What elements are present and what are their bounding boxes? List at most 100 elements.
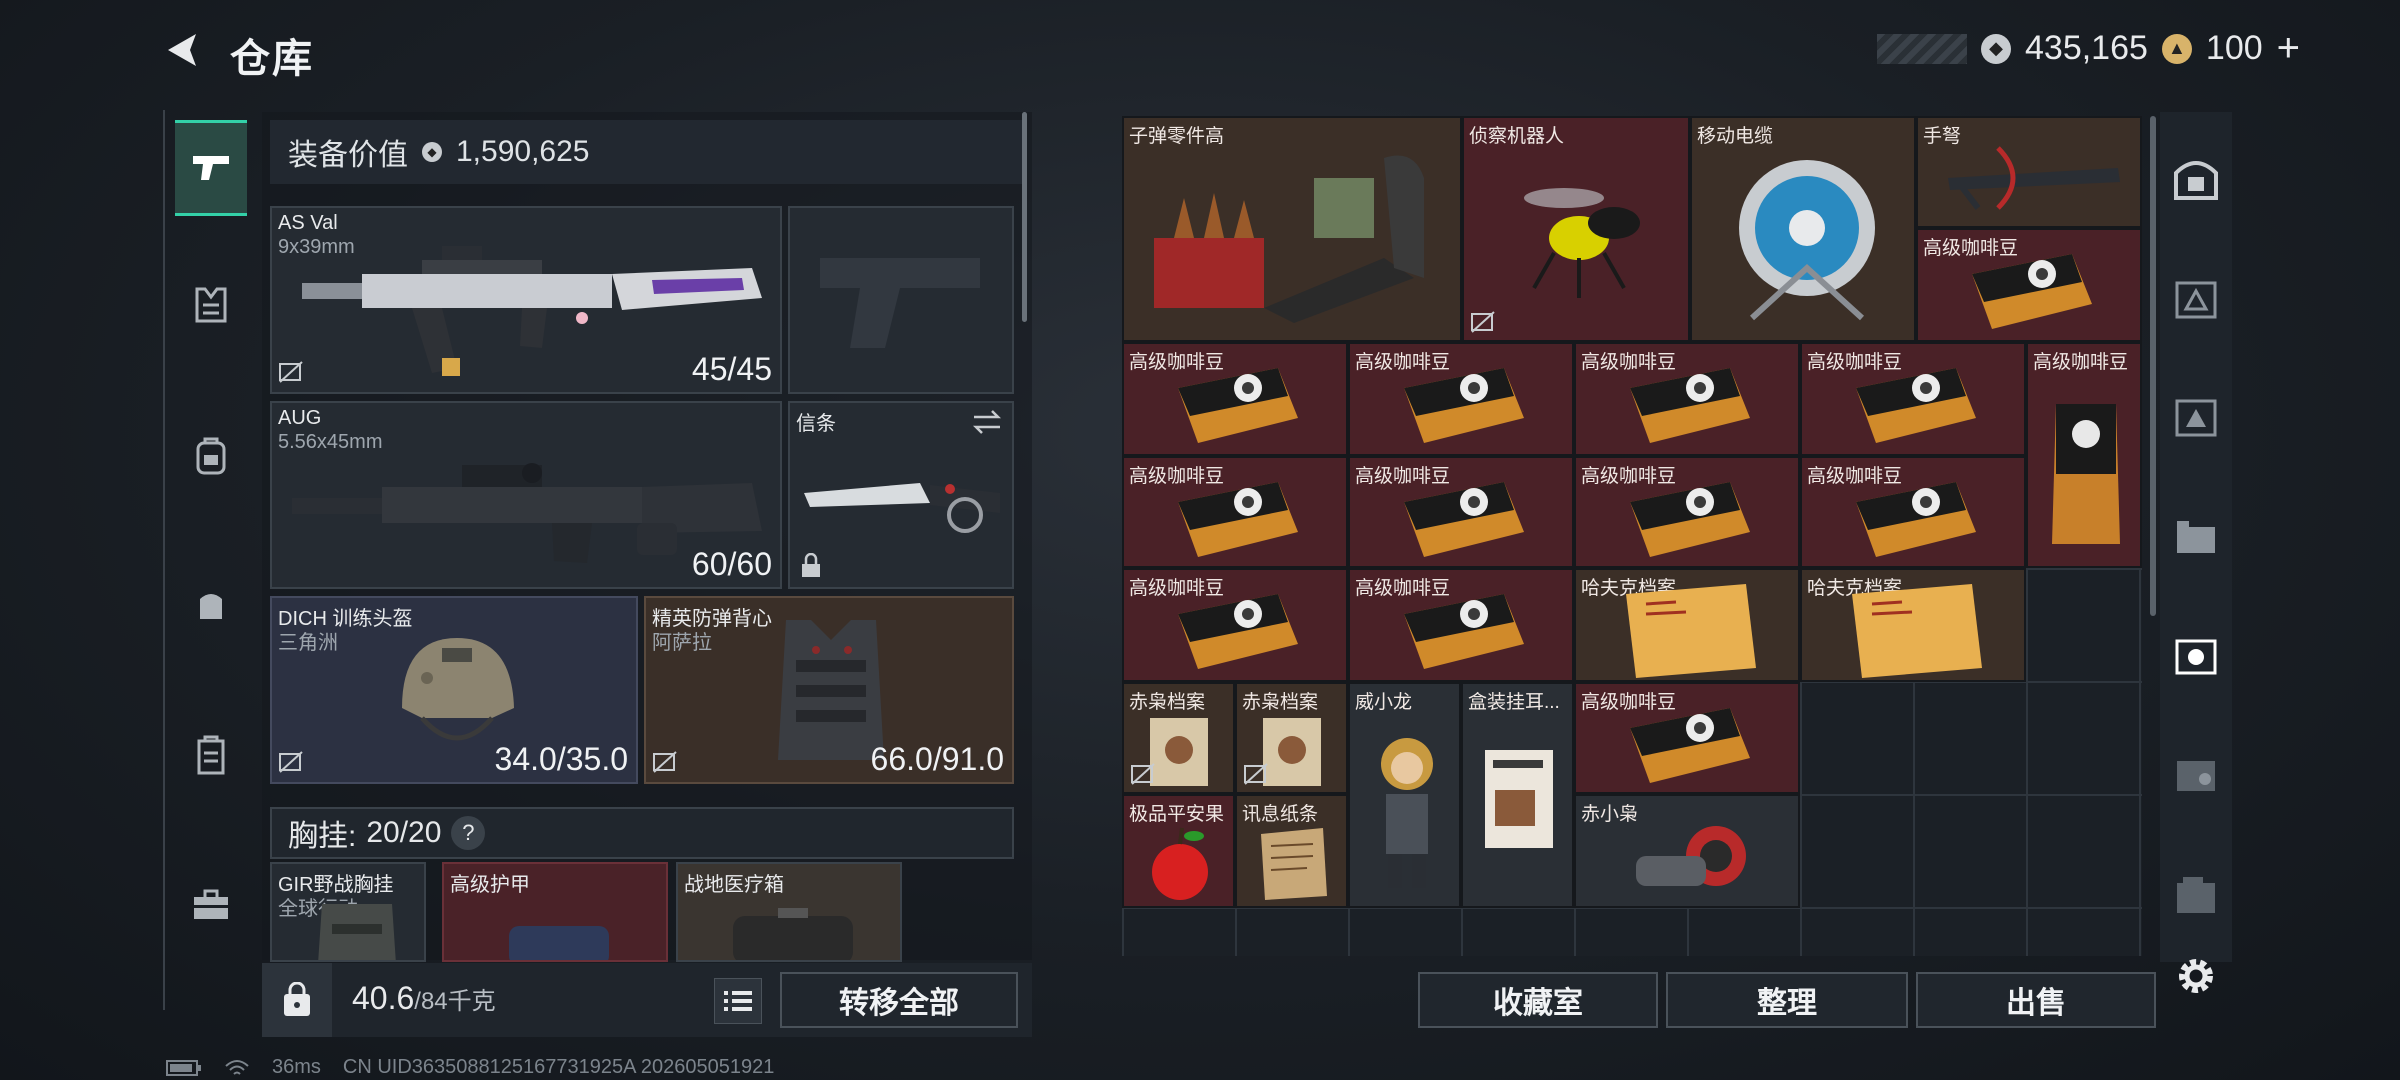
back-arrow-icon[interactable] bbox=[160, 28, 204, 72]
chest-rig-icon bbox=[195, 287, 227, 323]
category-backpack-tab[interactable] bbox=[175, 410, 247, 500]
storage-item[interactable]: 高级咖啡豆 bbox=[1800, 456, 2026, 568]
backpack-icon bbox=[196, 437, 226, 475]
storage-item[interactable]: 赤枭档案 bbox=[1122, 682, 1235, 794]
storage-item[interactable]: 高级咖啡豆 bbox=[1348, 456, 1574, 568]
storage-item[interactable]: 赤枭档案 bbox=[1235, 682, 1348, 794]
crossbow-image bbox=[1948, 146, 2120, 210]
primary-weapon-slot[interactable]: AS Val 9x39mm 45/45 bbox=[270, 206, 782, 394]
coffee-bag-image bbox=[1178, 482, 1298, 557]
coffee-bag-image bbox=[1404, 368, 1524, 443]
storage-grid[interactable]: 子弹零件高 侦察机器人 移动电缆 手弩 高级咖啡豆 高级咖啡豆 高级咖啡豆 高级… bbox=[1122, 116, 2142, 956]
storage-item[interactable]: 哈夫克档案 bbox=[1574, 568, 1800, 682]
pistol-icon bbox=[193, 156, 229, 180]
rig-item-name: 高级护甲 bbox=[450, 874, 530, 896]
backpack-lock-button[interactable] bbox=[262, 963, 332, 1037]
gear-icon[interactable] bbox=[2172, 952, 2220, 1000]
coffee-bag-image bbox=[1404, 594, 1524, 669]
gold-currency-value: 100 bbox=[2205, 29, 2263, 67]
tier-case-icon bbox=[2175, 399, 2217, 437]
chest-rig-slot[interactable]: GIR野战胸挂 全球行动 bbox=[270, 862, 426, 962]
item-label: 移动电缆 bbox=[1697, 126, 1774, 147]
storage-item[interactable]: 高级咖啡豆 bbox=[1122, 342, 1348, 456]
storage-item[interactable]: 威小龙 bbox=[1348, 682, 1461, 908]
storage-item[interactable]: 高级咖啡豆 bbox=[1348, 342, 1574, 456]
storage-item[interactable]: 盒装挂耳... bbox=[1461, 682, 1574, 908]
item-label: 侦察机器人 bbox=[1469, 126, 1565, 147]
collection-room-button[interactable]: 收藏室 bbox=[1418, 972, 1658, 1028]
storage-item[interactable]: 高级咖啡豆 bbox=[1122, 568, 1348, 682]
filter-tier-tab[interactable] bbox=[2170, 868, 2222, 920]
storage-item[interactable]: 高级咖啡豆 bbox=[1574, 682, 1800, 794]
category-rig-tab[interactable] bbox=[175, 260, 247, 350]
category-toolbox-tab[interactable] bbox=[175, 860, 247, 950]
storage-item[interactable]: 讯息纸条 bbox=[1235, 794, 1348, 908]
filter-tier-tab[interactable] bbox=[2170, 510, 2222, 562]
storage-item[interactable]: 高级咖啡豆 bbox=[1348, 568, 1574, 682]
weight-max: /84千克 bbox=[414, 988, 496, 1015]
no-insurance-icon bbox=[1131, 763, 1155, 785]
storage-item[interactable]: 侦察机器人 bbox=[1462, 116, 1690, 342]
coffee-bag-image bbox=[1178, 368, 1298, 443]
help-button[interactable]: ? bbox=[451, 816, 486, 850]
melee-slot[interactable]: 信条 bbox=[788, 401, 1014, 589]
filter-tier-tab[interactable] bbox=[2170, 272, 2222, 324]
storage-item[interactable]: 高级咖啡豆 bbox=[1800, 342, 2026, 456]
item-label: 赤枭档案 bbox=[1129, 692, 1206, 713]
ping-value: 36ms bbox=[272, 1056, 321, 1078]
owl-figurine-image bbox=[1636, 826, 1746, 886]
storage-item[interactable]: 高级咖啡豆 bbox=[1574, 342, 1800, 456]
melee-name: 信条 bbox=[796, 413, 836, 435]
decorative-stripe bbox=[1877, 33, 1967, 64]
category-pouch-tab[interactable] bbox=[175, 560, 247, 650]
armor-slot[interactable]: 精英防弹背心 阿萨拉 66.0/91.0 bbox=[644, 596, 1014, 784]
swap-icon[interactable] bbox=[972, 409, 1002, 435]
storage-item[interactable]: 高级咖啡豆 bbox=[2026, 342, 2142, 568]
cable-reel-image bbox=[1739, 160, 1875, 321]
storage-item[interactable]: 高级咖啡豆 bbox=[1916, 228, 2142, 342]
carry-weight: 40.6/84千克 bbox=[352, 980, 496, 1017]
storage-item[interactable]: 极品平安果 bbox=[1122, 794, 1235, 908]
helmet-slot[interactable]: DICH 训练头盔 三角洲 34.0/35.0 bbox=[270, 596, 638, 784]
case-icon bbox=[197, 735, 225, 775]
item-label: 高级咖啡豆 bbox=[2033, 352, 2129, 373]
loadout-scrollbar[interactable] bbox=[1022, 112, 1027, 322]
storage-item[interactable]: 哈夫克档案 bbox=[1800, 568, 2026, 682]
item-label: 威小龙 bbox=[1355, 692, 1413, 713]
storage-item[interactable]: 手弩 bbox=[1916, 116, 2142, 228]
no-insurance-icon bbox=[1471, 311, 1495, 333]
note-paper-image bbox=[1261, 828, 1327, 900]
rig-item-armor[interactable]: 高级护甲 bbox=[442, 862, 668, 962]
storage-item[interactable]: 子弹零件高 bbox=[1122, 116, 1462, 342]
secondary-weapon-slot[interactable]: AUG 5.56x45mm 60/60 bbox=[270, 401, 782, 589]
coffee-bag-tall-image bbox=[2052, 404, 2120, 544]
filter-tier-tab[interactable] bbox=[2170, 390, 2222, 442]
add-currency-button[interactable]: + bbox=[2277, 26, 2300, 71]
category-weapons-tab[interactable] bbox=[175, 120, 247, 216]
storage-item[interactable]: 移动电缆 bbox=[1690, 116, 1916, 342]
tier-case-icon bbox=[2177, 761, 2215, 791]
pistol-slot-empty[interactable] bbox=[788, 206, 1014, 394]
organize-button[interactable]: 整理 bbox=[1666, 972, 1908, 1028]
storage-item[interactable]: 赤小枭 bbox=[1574, 794, 1800, 908]
filter-tier-tab[interactable] bbox=[2170, 630, 2222, 682]
vault-icon bbox=[2174, 161, 2218, 200]
storage-scrollbar[interactable] bbox=[2150, 116, 2156, 616]
storage-item[interactable]: 高级咖啡豆 bbox=[1574, 456, 1800, 568]
chest-rig-value: 20/20 bbox=[366, 816, 442, 849]
pouch-icon bbox=[200, 594, 222, 619]
transfer-all-button[interactable]: 转移全部 bbox=[780, 972, 1018, 1028]
status-bar: 36ms CN UID3635088125167731925A 20260505… bbox=[166, 1056, 774, 1079]
rig-item-medkit[interactable]: 战地医疗箱 bbox=[676, 862, 902, 962]
uid-text: CN UID3635088125167731925A 202605051921 bbox=[342, 1056, 775, 1078]
category-case-tab[interactable] bbox=[175, 710, 247, 800]
filter-tier-tab[interactable] bbox=[2170, 748, 2222, 800]
filter-all-tab[interactable] bbox=[2170, 152, 2222, 204]
coffee-box-image bbox=[1485, 750, 1553, 848]
sell-button[interactable]: 出售 bbox=[1916, 972, 2156, 1028]
helmet-durability: 34.0/35.0 bbox=[494, 741, 628, 777]
coffee-bag-image bbox=[1856, 368, 1976, 443]
list-view-button[interactable] bbox=[714, 978, 762, 1024]
storage-item[interactable]: 高级咖啡豆 bbox=[1122, 456, 1348, 568]
pistol-silhouette-icon bbox=[820, 258, 980, 348]
